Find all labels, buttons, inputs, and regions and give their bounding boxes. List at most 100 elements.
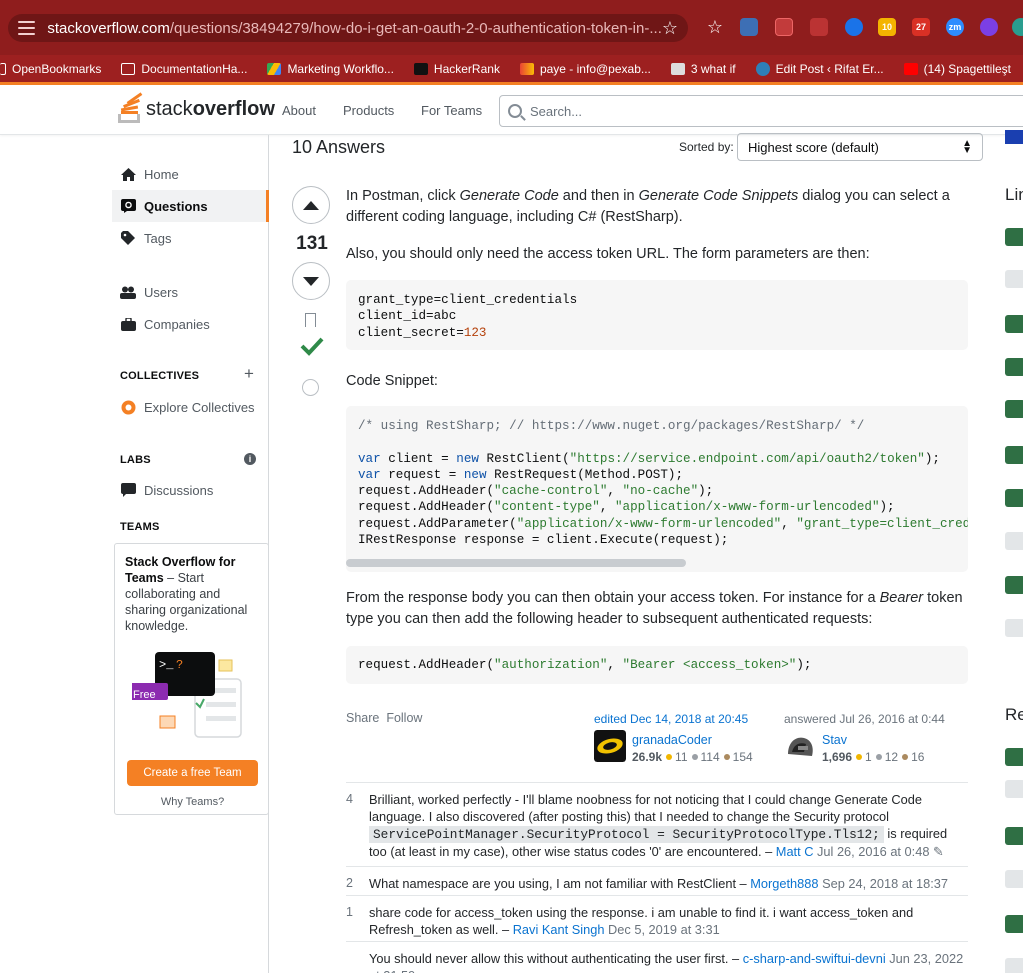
vote-count: 131	[296, 233, 328, 254]
sidebar-item-discussions[interactable]: Discussions	[112, 474, 269, 506]
nav-products[interactable]: Products	[343, 103, 394, 118]
bookmark-star-icon[interactable]: ☆	[662, 18, 678, 39]
linked-score-badge[interactable]	[1005, 532, 1023, 550]
code-block: request.AddHeader("authorization", "Bear…	[346, 646, 968, 684]
avatar[interactable]	[784, 730, 816, 762]
hackerrank-icon	[413, 62, 428, 75]
sidebar-item-home[interactable]: Home	[112, 158, 269, 190]
comment-author[interactable]: Ravi Kant Singh	[513, 922, 605, 937]
follow-link[interactable]: Follow	[386, 711, 422, 725]
edit-pencil-icon: ✎	[933, 844, 944, 859]
arrow-down-icon	[303, 276, 319, 286]
bookmark-item[interactable]: 3 what if	[670, 62, 736, 76]
related-score-badge[interactable]	[1005, 748, 1023, 766]
sidebar-item-users[interactable]: Users	[112, 276, 269, 308]
linked-score-badge[interactable]	[1005, 446, 1023, 464]
right-sidebar: Lin Re	[1003, 130, 1023, 973]
folder-icon	[0, 62, 6, 75]
linked-score-badge[interactable]	[1005, 576, 1023, 594]
comment-author[interactable]: Matt C	[776, 844, 814, 859]
answer-paragraph: Also, you should only need the access to…	[346, 246, 870, 262]
linked-score-badge[interactable]	[1005, 315, 1023, 333]
bookmark-item[interactable]: DocumentationHa...	[121, 62, 247, 76]
related-score-badge[interactable]	[1005, 870, 1023, 888]
answered-date[interactable]: answered Jul 26, 2016 at 0:44	[784, 712, 945, 726]
edited-link[interactable]: edited Dec 14, 2018 at 20:45	[594, 712, 748, 726]
editor-name[interactable]: granadaCoder	[632, 733, 712, 747]
extension-icon[interactable]	[980, 18, 998, 36]
linked-score-badge[interactable]	[1005, 358, 1023, 376]
comment-date[interactable]: Dec 5, 2019 at 3:31	[608, 922, 720, 937]
comment-text: share code for access_token using the re…	[369, 905, 914, 937]
add-icon[interactable]: +	[244, 364, 254, 384]
comment-text: You should never allow this without auth…	[369, 950, 967, 973]
linked-score-badge[interactable]	[1005, 270, 1023, 288]
related-score-badge[interactable]	[1005, 915, 1023, 933]
linked-score-badge[interactable]	[1005, 400, 1023, 418]
sidebar-item-explore-collectives[interactable]: Explore Collectives	[112, 391, 269, 423]
teams-heading: TEAMS	[120, 521, 160, 533]
extension-icon[interactable]	[845, 18, 863, 36]
extension-icon[interactable]	[810, 18, 828, 36]
address-bar[interactable]: stackoverflow.com/questions/38494279/how…	[8, 14, 688, 42]
gmail-icon	[519, 62, 534, 75]
comment-date[interactable]: Jul 26, 2016 at 0:48	[817, 844, 929, 859]
comment-author[interactable]: c-sharp-and-swiftui-devni	[743, 951, 886, 966]
bookmark-item[interactable]: Edit Post ‹ Rifat Er...	[755, 61, 884, 76]
bookmark-item[interactable]: Marketing Workflo...	[267, 62, 394, 76]
sidebar-item-tags[interactable]: Tags	[112, 222, 269, 254]
star-icon[interactable]: ☆	[706, 17, 724, 37]
info-icon[interactable]: i	[244, 453, 256, 465]
comment-text: What namespace are you using, I am not f…	[369, 876, 949, 891]
sort-label: Sorted by:	[679, 140, 734, 154]
editor-reputation: 26.9k 11 114 154	[632, 750, 753, 764]
labs-heading: LABS	[120, 454, 151, 466]
home-icon	[120, 167, 136, 181]
comment-text: Brilliant, worked perfectly - I'll blame…	[369, 792, 948, 859]
related-score-badge[interactable]	[1005, 958, 1023, 973]
bookmark-item[interactable]: (14) Spagettileşt	[903, 62, 1011, 76]
nav-about[interactable]: About	[282, 103, 316, 118]
site-settings-icon[interactable]	[18, 21, 36, 35]
history-icon[interactable]	[302, 379, 319, 396]
nav-for-teams[interactable]: For Teams	[421, 103, 482, 118]
browser-toolbar: stackoverflow.com/questions/38494279/how…	[0, 0, 1023, 55]
sidebar-item-questions[interactable]: Questions	[112, 190, 269, 222]
bookmark-item[interactable]: HackerRank	[413, 62, 500, 76]
related-score-badge[interactable]	[1005, 780, 1023, 798]
search-input[interactable]: Search...	[499, 95, 1023, 127]
author-name[interactable]: Stav	[822, 733, 847, 747]
upvote-button[interactable]	[292, 186, 330, 224]
bookmark-icon[interactable]	[305, 313, 316, 327]
related-heading: Re	[1005, 705, 1023, 724]
extension-icon[interactable]	[740, 18, 758, 36]
extension-icon[interactable]	[1012, 18, 1023, 36]
discussions-icon	[120, 483, 136, 497]
drive-icon	[267, 62, 282, 75]
linked-score-badge[interactable]	[1005, 489, 1023, 507]
teams-promo: Stack Overflow for Teams – Start collabo…	[114, 543, 269, 815]
youtube-icon	[903, 62, 918, 75]
bookmark-item[interactable]: paye - info@pexab...	[519, 62, 651, 76]
sort-select[interactable]: Highest score (default) ▲ ▼	[737, 133, 983, 161]
extension-icon[interactable]: 27	[912, 18, 930, 36]
zoom-icon[interactable]: zm	[946, 18, 964, 36]
avatar[interactable]	[594, 730, 626, 762]
related-score-badge[interactable]	[1005, 827, 1023, 845]
linked-score-badge[interactable]	[1005, 619, 1023, 637]
comment-date[interactable]: Sep 24, 2018 at 18:37	[822, 876, 948, 891]
why-teams-link[interactable]: Why Teams?	[115, 794, 270, 810]
answer-paragraph: From the response body you can then obta…	[346, 590, 963, 627]
stackoverflow-logo[interactable]: stack overflow	[118, 92, 275, 123]
site-header: stack overflow About Products For Teams S…	[0, 85, 1023, 135]
create-free-team-button[interactable]: Create a free Team	[127, 760, 258, 786]
comment-author[interactable]: Morgeth888	[750, 876, 818, 891]
sidebar-item-companies[interactable]: Companies	[112, 308, 269, 340]
bookmark-item[interactable]: OpenBookmarks	[0, 62, 101, 76]
share-link[interactable]: Share	[346, 711, 379, 725]
linked-score-badge[interactable]	[1005, 228, 1023, 246]
code-scrollbar[interactable]	[346, 559, 686, 567]
extension-icon[interactable]: 10	[878, 18, 896, 36]
extension-icon[interactable]	[775, 18, 793, 36]
downvote-button[interactable]	[292, 262, 330, 300]
